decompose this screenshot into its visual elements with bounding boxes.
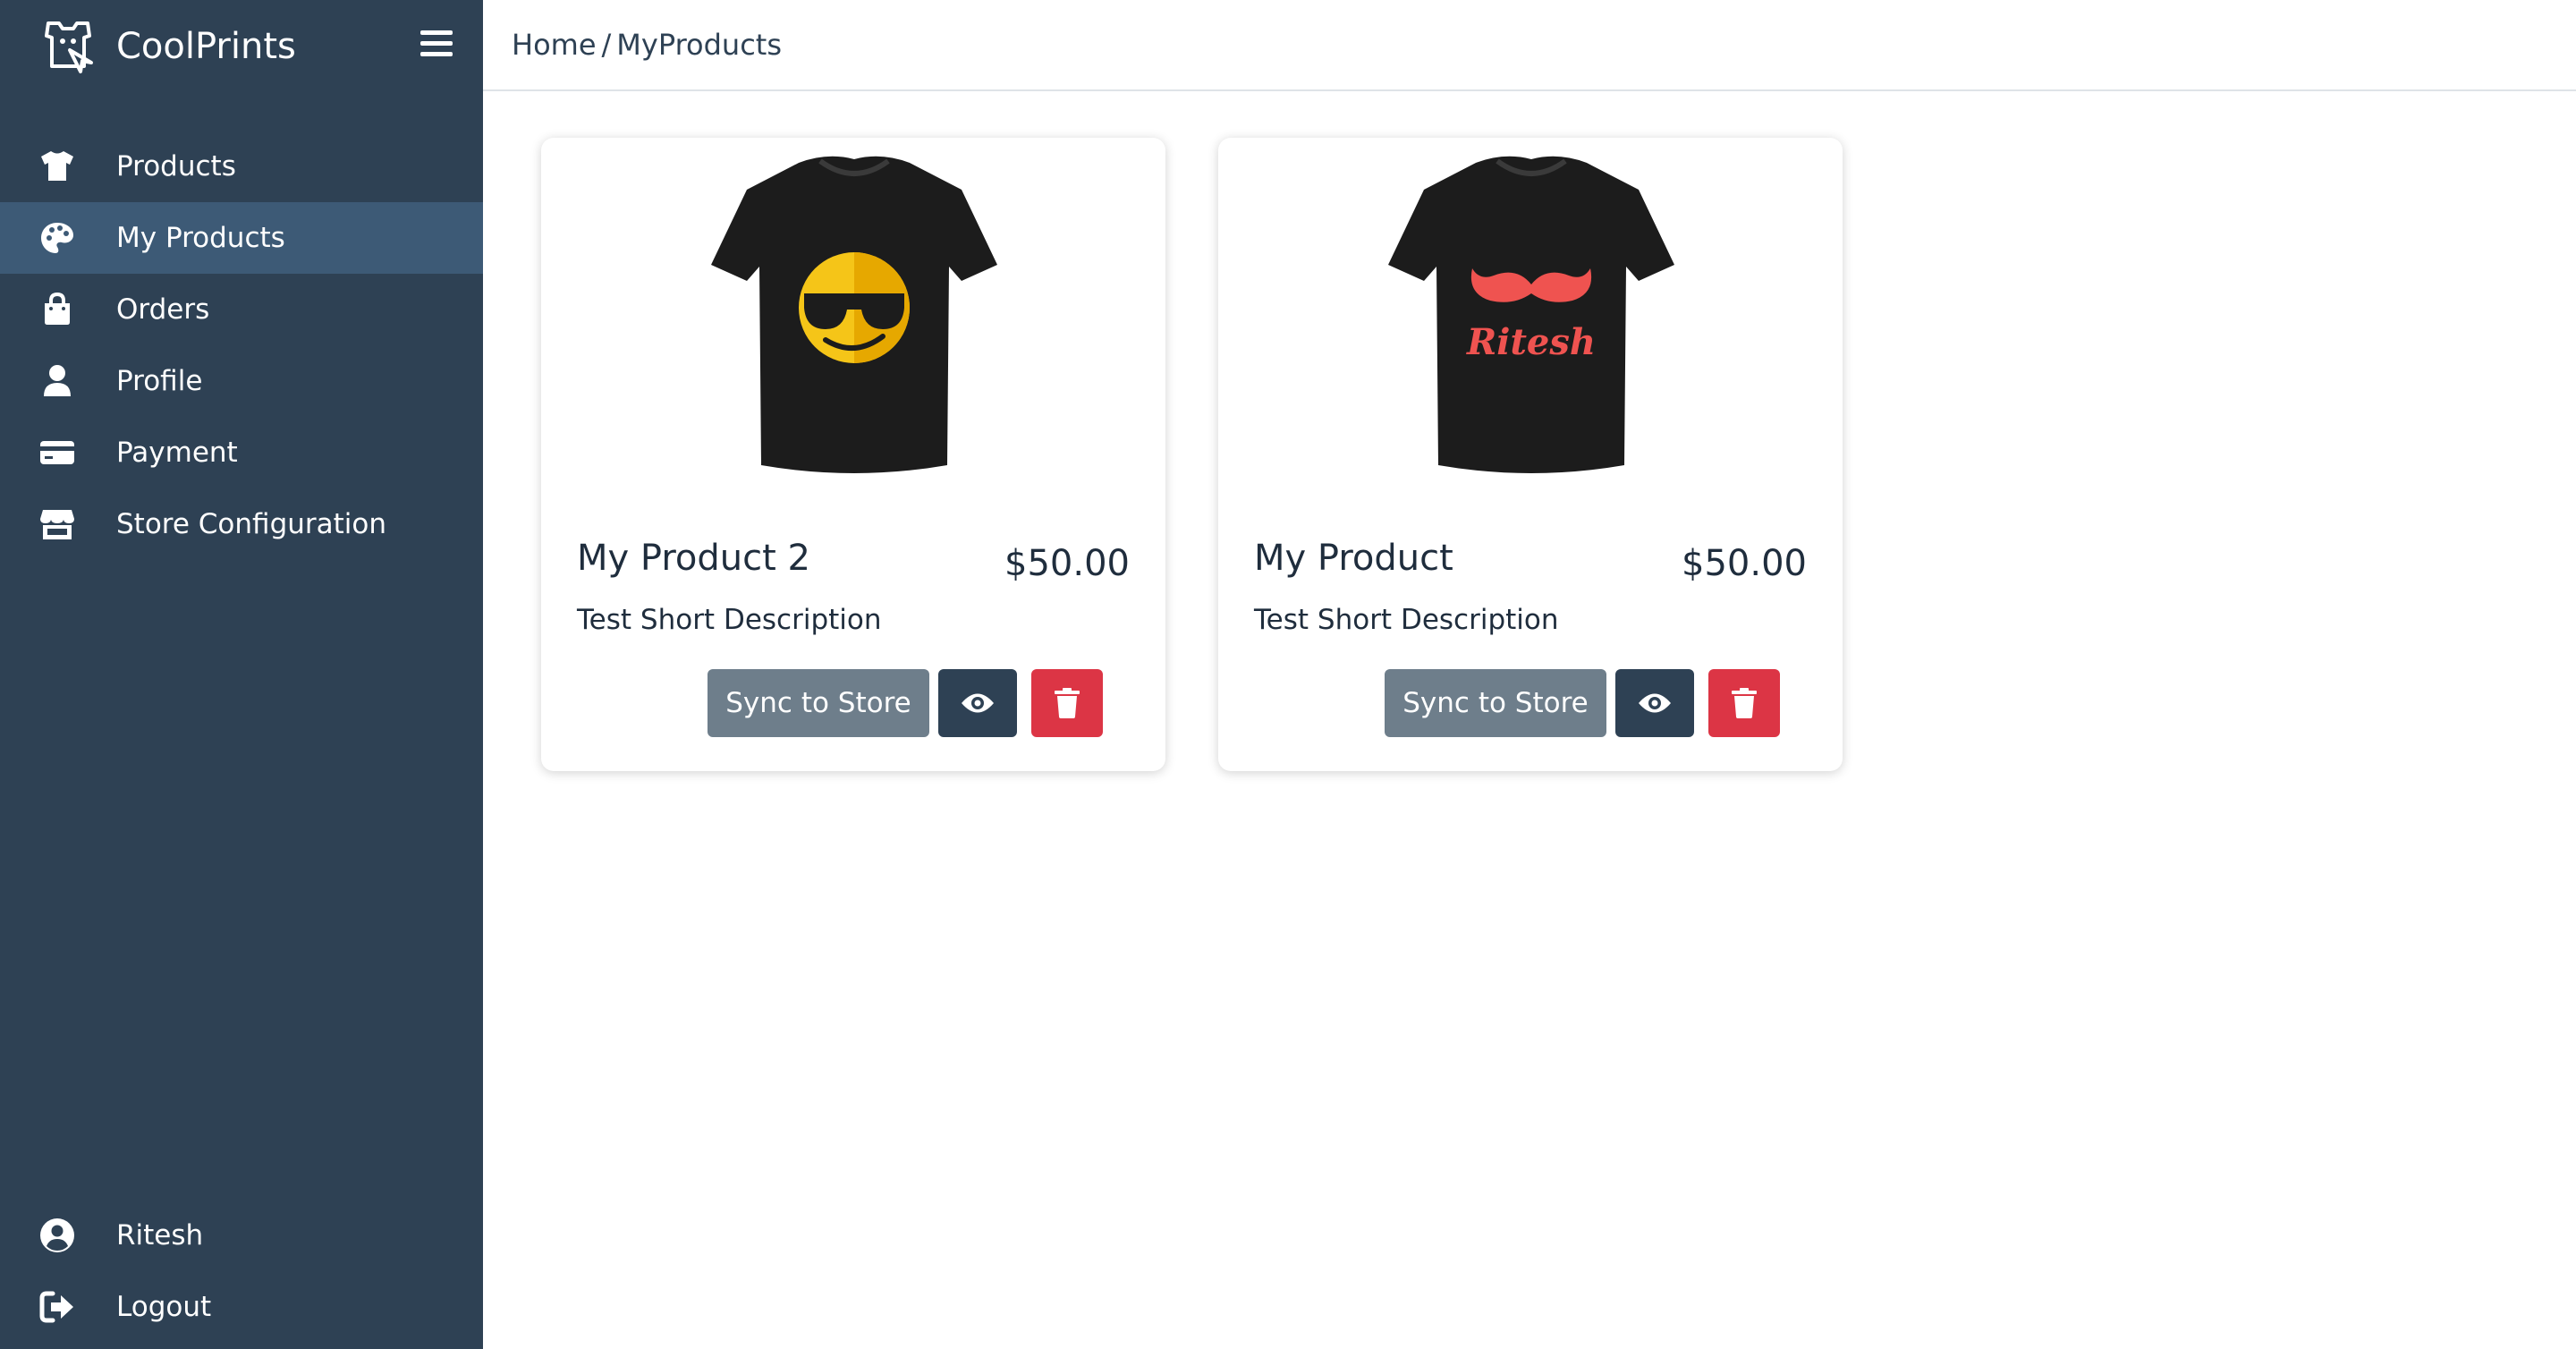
sidebar-item-profile[interactable]: Profile [0, 345, 483, 417]
sidebar-item-orders[interactable]: Orders [0, 274, 483, 345]
product-description: Test Short Description [1254, 604, 1559, 636]
view-product-button[interactable] [938, 669, 1017, 737]
delete-product-button[interactable] [1031, 669, 1103, 737]
product-card: Ritesh My Product $50.00 Test Short Desc… [1218, 138, 1843, 771]
product-card: My Product 2 $50.00 Test Short Descripti… [541, 138, 1165, 771]
sync-to-store-button[interactable]: Sync to Store [1385, 669, 1606, 737]
sidebar-item-label: Orders [116, 293, 210, 326]
breadcrumb: Home / MyProducts [512, 23, 782, 66]
brand: CoolPrints [0, 0, 483, 93]
app-name: CoolPrints [116, 26, 296, 67]
sidebar-item-label: Profile [116, 365, 203, 397]
sidebar-item-label: Store Configuration [116, 508, 387, 540]
product-design-text: Ritesh [1466, 321, 1596, 363]
eye-icon [1639, 693, 1671, 713]
sidebar-bottom-nav: Ritesh Logout [0, 1200, 483, 1343]
trash-icon [1732, 688, 1757, 718]
product-title: My Product 2 [577, 538, 810, 579]
sidebar-item-label: Logout [116, 1291, 212, 1323]
breadcrumb-current: MyProducts [616, 28, 782, 62]
sidebar-nav: Products My Products Orders Profile Paym… [0, 131, 483, 560]
sidebar-item-payment[interactable]: Payment [0, 417, 483, 488]
sidebar-item-user[interactable]: Ritesh [0, 1200, 483, 1271]
shopping-bag-icon [45, 292, 70, 325]
menu-toggle-icon[interactable] [420, 30, 453, 63]
tshirt-icon [41, 151, 73, 181]
credit-card-icon [40, 441, 74, 464]
product-price: $50.00 [1682, 543, 1807, 584]
eye-icon [962, 693, 994, 713]
breadcrumb-separator: / [601, 28, 612, 62]
palette-icon [41, 223, 73, 253]
sidebar-item-logout[interactable]: Logout [0, 1271, 483, 1343]
sidebar-item-label: Products [116, 150, 236, 182]
product-price: $50.00 [1004, 543, 1130, 584]
product-image: Ritesh [1388, 156, 1674, 474]
trash-icon [1055, 688, 1080, 718]
store-icon [40, 510, 74, 539]
sidebar-item-label: My Products [116, 222, 285, 254]
view-product-button[interactable] [1615, 669, 1694, 737]
user-circle-icon [40, 1218, 74, 1252]
product-description: Test Short Description [577, 604, 882, 636]
user-icon [44, 365, 71, 396]
delete-product-button[interactable] [1708, 669, 1780, 737]
sidebar-item-products[interactable]: Products [0, 131, 483, 202]
sidebar-item-label: Ritesh [116, 1219, 204, 1251]
sync-to-store-button[interactable]: Sync to Store [708, 669, 929, 737]
sidebar-item-my-products[interactable]: My Products [0, 202, 483, 274]
sidebar: CoolPrints Products My Products Orders P… [0, 0, 483, 1349]
sign-out-icon [39, 1291, 73, 1323]
sidebar-item-label: Payment [116, 437, 238, 469]
product-title: My Product [1254, 538, 1453, 579]
top-bar: Home / MyProducts [483, 0, 2576, 91]
coolprints-logo-icon [45, 21, 93, 73]
product-image [711, 156, 997, 474]
sidebar-item-store-configuration[interactable]: Store Configuration [0, 488, 483, 560]
breadcrumb-home-link[interactable]: Home [512, 28, 597, 62]
